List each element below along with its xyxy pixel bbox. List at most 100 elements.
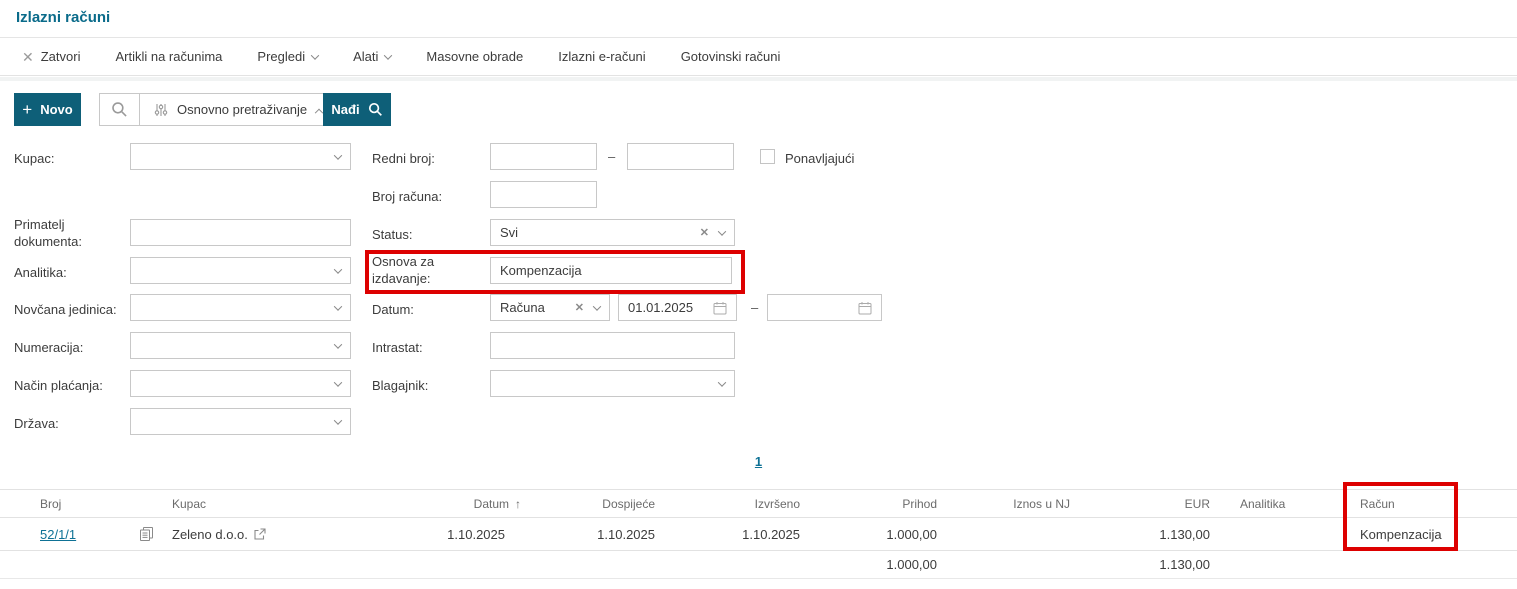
search-mode-toggle[interactable]: Osnovno pretraživanje (140, 94, 336, 125)
toolbar-item-gotovinski-racuni[interactable]: Gotovinski računi (681, 49, 781, 64)
cell-racun: Kompenzacija (1360, 526, 1442, 542)
toolbar-item-masovne-obrade[interactable]: Masovne obrade (426, 49, 523, 64)
total-eur: 1.130,00 (1159, 557, 1210, 572)
intrastat-input[interactable] (490, 332, 735, 359)
blagajnik-select[interactable] (490, 370, 735, 397)
chevron-down-icon (592, 301, 602, 311)
broj-racuna-input[interactable] (490, 181, 597, 208)
table-row: 52/1/1 Zeleno d.o.o. 1.10.2025 1.10.2025… (0, 518, 1517, 551)
table-header-row: Broj Kupac Datum ↑ Dospijeće Izvršeno Pri… (0, 489, 1517, 518)
novcana-jedinica-select[interactable] (130, 294, 351, 321)
chevron-down-icon (384, 50, 393, 60)
numeracija-label: Numeracija: (14, 340, 84, 355)
customer-name: Zeleno d.o.o. (172, 526, 248, 542)
ponavljajuci-checkbox[interactable] (760, 149, 775, 164)
toolbar-item-izlazni-eracuni[interactable]: Izlazni e-računi (558, 49, 645, 64)
column-header-eur[interactable]: EUR (1070, 497, 1210, 511)
cell-prihod: 1.000,00 (886, 526, 937, 542)
column-header-racun[interactable]: Račun (1345, 497, 1457, 511)
datum-from-input[interactable]: 01.01.2025 (618, 294, 737, 321)
redni-broj-to-input[interactable] (627, 143, 734, 170)
new-button-label: Novo (40, 102, 73, 117)
intrastat-label: Intrastat: (372, 340, 423, 355)
datum-to-input[interactable] (767, 294, 882, 321)
toolbar-item-label: Masovne obrade (426, 49, 524, 64)
column-header-datum[interactable]: Datum ↑ (392, 497, 521, 511)
toolbar-item-label: Pregledi (257, 49, 306, 64)
total-prihod: 1.000,00 (886, 557, 937, 572)
chevron-down-icon (333, 301, 343, 311)
column-header-prihod[interactable]: Prihod (800, 497, 937, 511)
invoice-number-link[interactable]: 52/1/1 (40, 527, 76, 542)
page-link-1[interactable]: 1 (755, 454, 762, 469)
toolbar-item-label: Izlazni e-računi (558, 49, 646, 64)
chevron-down-icon (333, 415, 343, 425)
toolbar-item-label: Gotovinski računi (680, 49, 781, 64)
toolbar-item-label: Artikli na računima (115, 49, 223, 64)
chevron-down-icon (333, 264, 343, 274)
column-header-dospijece[interactable]: Dospijeće (505, 497, 655, 511)
search-icon (368, 102, 382, 116)
column-header-analitika[interactable]: Analitika (1210, 497, 1345, 511)
numeracija-select[interactable] (130, 332, 351, 359)
analitika-select[interactable] (130, 257, 351, 284)
status-label: Status: (372, 227, 413, 242)
datum-type-select[interactable]: Računa ✕ (490, 294, 610, 321)
column-header-kupac[interactable]: Kupac (172, 497, 392, 511)
table-totals-row: 1.000,00 1.130,00 (0, 551, 1517, 579)
clear-icon[interactable]: ✕ (700, 226, 709, 239)
external-link-icon[interactable] (254, 528, 266, 540)
results-table: Broj Kupac Datum ↑ Dospijeće Izvršeno Pri… (0, 489, 1517, 579)
toolbar-item-artikli[interactable]: Artikli na računima (115, 49, 222, 64)
column-header-broj[interactable]: Broj (0, 497, 140, 511)
primatelj-input[interactable] (130, 219, 351, 246)
chevron-down-icon (333, 339, 343, 349)
nacin-placanja-label: Način plaćanja: (14, 378, 103, 393)
sliders-icon (154, 103, 168, 116)
page-title: Izlazni računi (16, 9, 111, 26)
toolbar-shadow (0, 77, 1517, 81)
column-header-iznos-u-nj[interactable]: Iznos u NJ (937, 497, 1070, 511)
status-value: Svi (500, 225, 519, 240)
cell-eur: 1.130,00 (1159, 526, 1210, 542)
close-icon: ✕ (22, 48, 34, 65)
ponavljajuci-label: Ponavljajući (785, 151, 855, 166)
toolbar-item-pregledi[interactable]: Pregledi (257, 49, 320, 64)
toolbar-item-alati[interactable]: Alati (353, 49, 393, 64)
column-header-izvrseno[interactable]: Izvršeno (655, 497, 800, 511)
chevron-down-icon (310, 50, 320, 60)
find-button-label: Nađi (331, 102, 360, 117)
chevron-down-icon (717, 377, 727, 387)
drzava-label: Država: (14, 416, 59, 431)
kupac-label: Kupac: (14, 151, 55, 166)
column-header-datum-label: Datum (473, 496, 509, 511)
search-group: Osnovno pretraživanje (99, 93, 338, 126)
datum-label: Datum: (372, 302, 414, 317)
redni-broj-label: Redni broj: (372, 151, 435, 166)
blagajnik-label: Blagajnik: (372, 378, 429, 393)
osnova-input[interactable]: Kompenzacija (490, 257, 732, 284)
redni-broj-from-input[interactable] (490, 143, 597, 170)
chevron-down-icon (333, 150, 343, 160)
cell-datum: 1.10.2025 (447, 526, 505, 542)
find-button[interactable]: Nađi (323, 93, 391, 126)
datum-type-value: Računa (500, 300, 545, 315)
range-separator: – (608, 149, 616, 164)
primatelj-label: Primatelj dokumenta: (14, 217, 82, 249)
toolbar-item-zatvori[interactable]: ✕ Zatvori (22, 49, 80, 64)
new-button[interactable]: + Novo (14, 93, 81, 126)
calendar-icon[interactable] (858, 301, 872, 315)
range-separator: – (751, 300, 759, 315)
toolbar: ✕ Zatvori Artikli na računima Pregledi A… (0, 37, 1517, 76)
clear-icon[interactable]: ✕ (575, 301, 584, 314)
nacin-placanja-select[interactable] (130, 370, 351, 397)
kupac-select[interactable] (130, 143, 351, 170)
status-select[interactable]: Svi ✕ (490, 219, 735, 246)
search-icon-button[interactable] (100, 94, 140, 125)
novcana-jedinica-label: Novčana jedinica: (14, 302, 117, 317)
calendar-icon[interactable] (713, 301, 727, 315)
chevron-down-icon (333, 377, 343, 387)
chevron-down-icon (717, 226, 727, 236)
drzava-select[interactable] (130, 408, 351, 435)
copy-icon[interactable] (140, 527, 153, 541)
